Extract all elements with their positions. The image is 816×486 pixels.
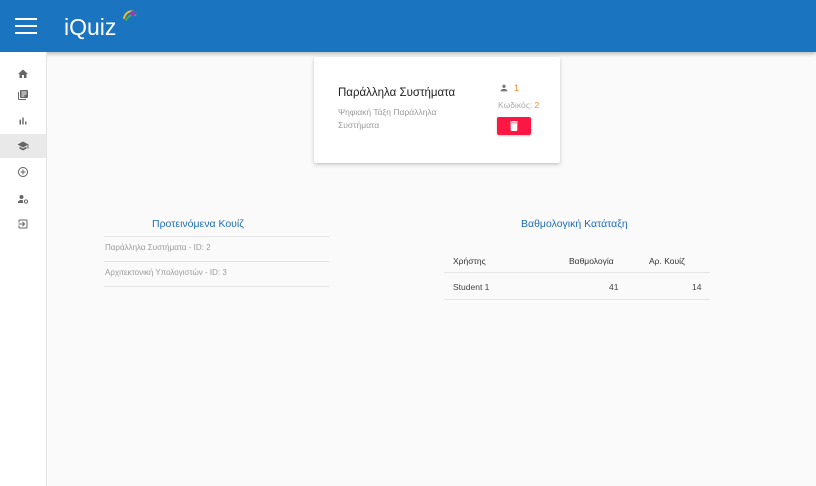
sidebar-item-logout[interactable] [0,212,46,236]
table-row: Student 1 41 14 [444,273,710,300]
app-bar: iQuiz [0,0,816,52]
logo-mark-icon [122,10,137,22]
person-icon [500,84,508,92]
course-code-label: Κωδικός: [498,100,533,110]
column-header-score: Βαθμολογία [569,256,614,266]
table-header: Χρήστης Βαθμολογία Αρ. Κουίζ [444,248,710,273]
suggested-quizzes-title: Προτεινόμενα Κουίζ [152,218,244,230]
sidebar-item-stats[interactable] [0,109,46,133]
leaderboard-table: Χρήστης Βαθμολογία Αρ. Κουίζ Student 1 4… [444,248,710,300]
users-count: 1 [514,83,520,93]
delete-course-button[interactable] [497,117,531,135]
sidebar [0,52,47,486]
sidebar-item-library[interactable] [0,83,46,107]
sidebar-item-accounts[interactable] [0,187,46,211]
course-users: 1 [499,83,519,93]
trash-icon [510,121,518,131]
app-logo[interactable]: iQuiz [64,10,137,44]
course-code: Κωδικός: 2 [498,100,539,110]
leaderboard-title: Βαθμολογική Κατάταξη [521,218,628,230]
bar-chart-icon [19,117,27,125]
cell-score: 41 [609,282,619,292]
column-header-quizzes: Αρ. Κουίζ [649,256,685,266]
column-header-user: Χρήστης [453,256,486,266]
list-item[interactable]: Αρχιτεκτονική Υπολογιστών - ID: 3 [104,261,329,287]
course-subtitle: Ψηφιακή Τάξη Παράλληλα Συστήματα [338,107,437,130]
sidebar-item-create[interactable] [0,160,46,184]
course-card[interactable]: Παράλληλα Συστήματα Ψηφιακή Τάξη Παράλλη… [314,57,560,163]
cell-user: Student 1 [453,282,490,292]
app-title: iQuiz [64,14,117,40]
menu-icon[interactable] [15,18,37,34]
manage-accounts-icon [18,195,29,204]
list-item[interactable]: Παράλληλα Συστήματα - ID: 2 [104,236,329,261]
library-books-icon [18,90,28,100]
logout-icon [18,219,28,229]
add-circle-icon [18,167,28,177]
sidebar-item-classes[interactable] [0,134,46,158]
course-code-value: 2 [534,100,540,110]
cell-quizzes: 14 [692,282,702,292]
home-icon [18,69,28,78]
graduation-cap-icon [17,141,29,151]
course-title: Παράλληλα Συστήματα [338,87,456,99]
